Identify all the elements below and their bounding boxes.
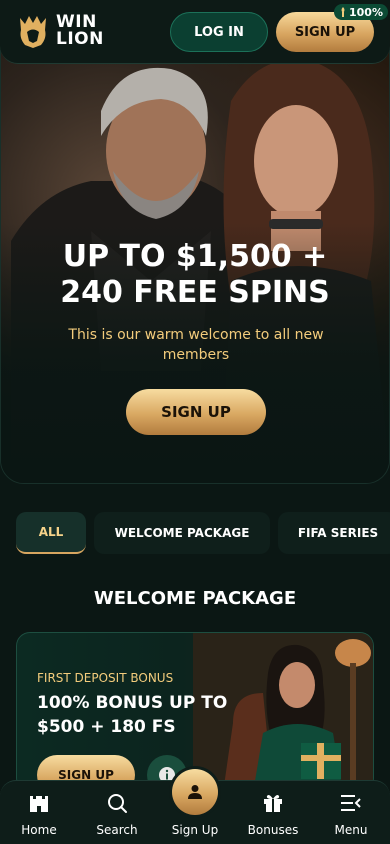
promo-card[interactable]: FIRST DEPOSIT BONUS 100% BONUS UP TO $50… bbox=[16, 632, 374, 792]
logo[interactable]: WIN LION bbox=[14, 12, 104, 50]
promo-eyebrow: FIRST DEPOSIT BONUS bbox=[37, 671, 174, 685]
nav-bonuses[interactable]: Bonuses bbox=[238, 789, 308, 841]
bottom-navigation: Home Search Sign Up Bonuses Menu bbox=[0, 769, 390, 844]
nav-search-label: Search bbox=[96, 823, 138, 837]
hero-title: UP TO $1,500 + 240 FREE SPINS bbox=[60, 239, 330, 310]
top-header: WIN LION LOG IN SIGN UP 100% bbox=[0, 0, 390, 64]
hero-banner: UP TO $1,500 + 240 FREE SPINS This is ou… bbox=[0, 40, 390, 484]
castle-icon bbox=[30, 796, 48, 812]
nav-bonuses-label: Bonuses bbox=[247, 823, 299, 837]
nav-menu[interactable]: Menu bbox=[316, 789, 386, 841]
login-button[interactable]: LOG IN bbox=[170, 12, 268, 52]
menu-icon bbox=[341, 795, 361, 811]
gift-icon bbox=[264, 795, 282, 812]
tab-all[interactable]: ALL bbox=[16, 512, 86, 554]
search-icon bbox=[108, 794, 127, 813]
signup-badge: 100% bbox=[334, 4, 388, 20]
nav-signup-circle[interactable] bbox=[172, 769, 218, 815]
torch-icon bbox=[341, 7, 345, 17]
nav-home[interactable]: Home bbox=[4, 789, 74, 841]
section-title: WELCOME PACKAGE bbox=[93, 588, 297, 609]
tab-welcome-package[interactable]: WELCOME PACKAGE bbox=[94, 512, 270, 554]
nav-home-label: Home bbox=[21, 823, 57, 837]
nav-signup-label: Sign Up bbox=[171, 823, 219, 837]
nav-signup[interactable]: Sign Up bbox=[160, 769, 230, 841]
nav-search[interactable]: Search bbox=[82, 789, 152, 841]
lion-logo-icon bbox=[20, 16, 46, 48]
promo-title: 100% BONUS UP TO $500 + 180 FS bbox=[37, 693, 228, 737]
logo-text: WIN LION bbox=[56, 12, 104, 49]
user-icon bbox=[188, 785, 202, 799]
nav-menu-label: Menu bbox=[334, 823, 368, 837]
tab-fifa-series[interactable]: FIFA SERIES bbox=[278, 512, 390, 554]
category-tabs: ALL WELCOME PACKAGE FIFA SERIES bbox=[16, 512, 390, 554]
hero-subtitle: This is our warm welcome to all new memb… bbox=[68, 327, 324, 363]
hero-signup-button[interactable]: SIGN UP bbox=[126, 389, 266, 435]
